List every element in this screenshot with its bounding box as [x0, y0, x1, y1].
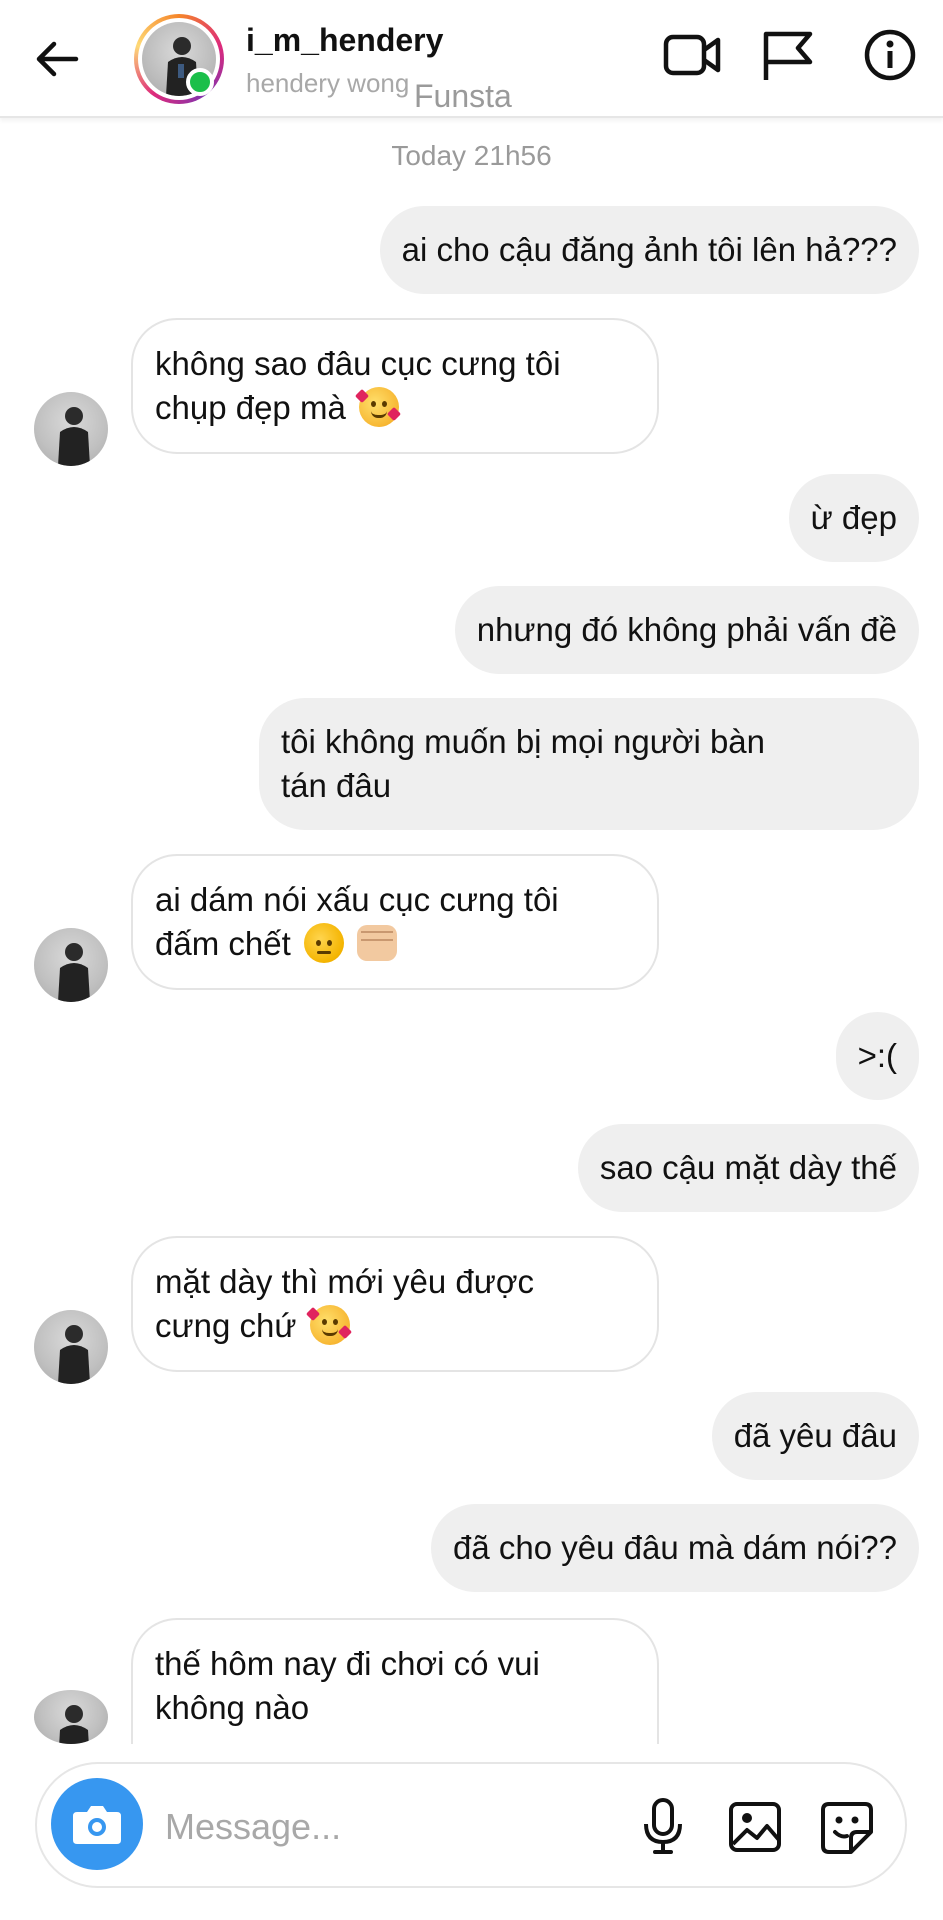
info-button[interactable] — [860, 28, 920, 82]
voice-message-button[interactable] — [635, 1796, 691, 1856]
info-icon — [864, 29, 916, 81]
chat-timestamp: Today 21h56 — [391, 140, 552, 171]
microphone-icon — [644, 1798, 682, 1854]
avatar-photo — [58, 943, 90, 1002]
message-text: đã yêu đâu — [733, 1417, 897, 1454]
online-status-dot — [186, 68, 214, 96]
message-line: cưng chứ — [155, 1307, 297, 1344]
video-call-button[interactable] — [662, 28, 722, 82]
message-line: thế hôm nay đi chơi có vui — [155, 1645, 540, 1682]
outgoing-message[interactable]: ai cho cậu đăng ảnh tôi lên hả??? — [379, 206, 919, 294]
message-line: ai dám nói xấu cục cưng tôi — [155, 881, 559, 918]
incoming-message[interactable]: không sao đâu cục cưng tôi chụp đẹp mà — [131, 318, 659, 454]
oncoming-fist-icon — [357, 925, 398, 961]
smiling-face-with-hearts-icon — [305, 1305, 352, 1345]
thread-full-name: hendery wong — [246, 68, 410, 98]
video-call-icon — [663, 34, 721, 76]
avatar-photo — [58, 1325, 90, 1384]
outgoing-message[interactable]: sao cậu mặt dày thế — [577, 1124, 919, 1212]
message-line: không sao đâu cục cưng tôi — [155, 345, 561, 382]
message-line: tán đâu — [281, 767, 392, 804]
outgoing-message[interactable]: ừ đẹp — [788, 474, 919, 562]
outgoing-message[interactable]: >:( — [835, 1012, 919, 1100]
message-line: tôi không muốn bị mọi người bàn — [281, 723, 766, 760]
back-button[interactable] — [32, 36, 82, 82]
message-text: nhưng đó không phải vấn đề — [476, 611, 897, 648]
message-text: >:( — [857, 1037, 897, 1074]
smiling-face-with-hearts-icon — [354, 387, 402, 427]
sender-avatar[interactable] — [34, 1310, 108, 1384]
back-arrow-icon — [36, 41, 79, 77]
message-input[interactable] — [165, 1800, 645, 1854]
sender-avatar[interactable] — [34, 1690, 108, 1744]
outgoing-message[interactable]: nhưng đó không phải vấn đề — [454, 586, 919, 674]
message-text: ai cho cậu đăng ảnh tôi lên hả??? — [401, 231, 897, 268]
camera-icon — [73, 1806, 121, 1844]
thread-header: i_m_hendery hendery wong Funsta — [0, 0, 943, 118]
message-line: đấm chết — [155, 925, 291, 962]
avatar-photo — [58, 407, 90, 466]
gallery-button[interactable] — [727, 1796, 783, 1856]
message-line: mặt dày thì mới yêu được — [155, 1263, 535, 1300]
message-line: chụp đẹp mà — [155, 389, 346, 426]
incoming-message[interactable]: thế hôm nay đi chơi có vui không nào — [131, 1618, 659, 1744]
incoming-message[interactable]: mặt dày thì mới yêu được cưng chứ — [131, 1236, 659, 1372]
watermark-text: Funsta — [414, 78, 512, 114]
sender-avatar[interactable] — [34, 928, 108, 1002]
message-text: sao cậu mặt dày thế — [599, 1149, 897, 1186]
angry-face-icon — [303, 923, 344, 963]
avatar-photo — [59, 1705, 89, 1744]
sticker-icon — [821, 1802, 873, 1854]
gallery-icon — [729, 1802, 781, 1852]
report-button[interactable] — [758, 28, 818, 82]
message-text: đã cho yêu đâu mà dám nói?? — [453, 1529, 897, 1566]
outgoing-message[interactable]: đã yêu đâu — [711, 1392, 919, 1480]
flag-icon — [763, 31, 813, 80]
message-line: không nào — [155, 1689, 310, 1726]
thread-username[interactable]: i_m_hendery — [246, 22, 443, 59]
outgoing-message[interactable]: đã cho yêu đâu mà dám nói?? — [431, 1504, 919, 1592]
message-composer — [35, 1762, 907, 1888]
sender-avatar[interactable] — [34, 392, 108, 466]
dm-thread-screen: i_m_hendery hendery wong Funsta Today 21… — [0, 0, 943, 1920]
outgoing-message[interactable]: tôi không muốn bị mọi người bàn tán đâu — [259, 698, 919, 830]
message-text: ừ đẹp — [810, 499, 897, 536]
incoming-message[interactable]: ai dám nói xấu cục cưng tôi đấm chết — [131, 854, 659, 990]
sticker-button[interactable] — [819, 1796, 875, 1856]
camera-button[interactable] — [51, 1778, 143, 1870]
